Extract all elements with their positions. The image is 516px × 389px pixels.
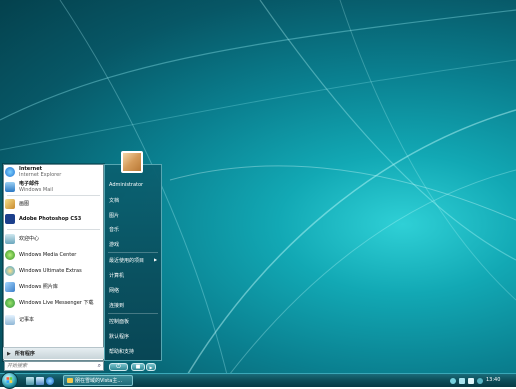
chevron-right-icon: ▶ <box>149 364 153 370</box>
all-programs-button[interactable]: ▶ 所有程序 <box>3 347 104 359</box>
paint-icon <box>5 199 15 209</box>
chevron-right-icon: ▶ <box>154 257 158 262</box>
right-item-user[interactable]: Administrator <box>109 182 143 188</box>
security-icon[interactable] <box>477 378 483 384</box>
volume-icon[interactable] <box>468 378 474 384</box>
system-tray <box>450 376 486 386</box>
menu-item-welcome-center-label: 欢迎中心 <box>19 236 40 242</box>
separator <box>108 313 158 314</box>
photoshop-icon <box>5 214 15 224</box>
internet-explorer-icon <box>5 167 15 177</box>
messenger-icon <box>5 298 15 308</box>
menu-item-photoshop-label: Adobe Photoshop CS3 <box>19 216 82 222</box>
start-button[interactable] <box>1 372 18 389</box>
right-item-recent-items[interactable]: 最近使用的项目 ▶ <box>109 257 157 264</box>
right-item-documents[interactable]: 文档 <box>109 197 119 204</box>
show-desktop-icon[interactable] <box>26 377 34 385</box>
menu-item-media-center[interactable]: Windows Media Center <box>5 248 102 262</box>
chevron-right-icon: ▶ <box>7 350 11 357</box>
right-item-network[interactable]: 网络 <box>109 287 119 294</box>
menu-item-paint-label: 画图 <box>19 201 30 207</box>
power-icon: ⏻ <box>116 363 121 370</box>
user-avatar[interactable] <box>121 151 143 173</box>
welcome-center-icon <box>5 234 15 244</box>
media-center-icon <box>5 250 15 260</box>
menu-item-photoshop[interactable]: Adobe Photoshop CS3 <box>5 212 102 226</box>
photo-gallery-icon <box>5 282 15 292</box>
right-item-connect-to[interactable]: 连接到 <box>109 302 124 309</box>
right-item-control-panel[interactable]: 控制面板 <box>109 318 129 325</box>
menu-item-notepad-label: 记事本 <box>19 317 35 323</box>
menu-item-internet[interactable]: Internet Internet Explorer <box>5 165 102 179</box>
switch-windows-icon[interactable] <box>36 377 44 385</box>
right-item-help[interactable]: 帮助和支持 <box>109 348 134 355</box>
power-options-button[interactable]: ▶ <box>146 363 156 371</box>
lock-button[interactable]: ■ <box>131 363 145 371</box>
taskbar: 朋在雪域的Vista主... 13:40 <box>0 372 516 389</box>
search-icon[interactable]: ⌕ <box>98 362 101 370</box>
menu-item-photo-gallery[interactable]: Windows 照片库 <box>5 280 102 294</box>
network-icon[interactable] <box>459 378 465 384</box>
separator <box>7 195 100 196</box>
clock[interactable]: 13:40 <box>486 377 500 383</box>
power-button[interactable]: ⏻ <box>109 363 128 371</box>
windows-logo-icon <box>6 377 13 383</box>
menu-item-mail[interactable]: 电子邮件 Windows Mail <box>5 180 102 194</box>
taskbar-window-button[interactable]: 朋在雪域的Vista主... <box>63 375 133 386</box>
windows-mail-icon <box>5 182 15 192</box>
all-programs-label: 所有程序 <box>14 351 35 357</box>
menu-item-internet-subtitle: Internet Explorer <box>19 172 62 178</box>
menu-item-messenger-label: Windows Live Messenger 下载 <box>19 300 94 306</box>
menu-item-welcome-center[interactable]: 欢迎中心 <box>5 232 102 246</box>
internet-explorer-icon[interactable] <box>46 377 54 385</box>
folder-icon <box>67 378 73 383</box>
menu-item-paint[interactable]: 画图 <box>5 197 102 211</box>
separator <box>108 252 158 253</box>
separator <box>7 229 100 230</box>
right-item-computer[interactable]: 计算机 <box>109 272 124 279</box>
start-search-input[interactable] <box>5 362 91 370</box>
menu-item-mail-subtitle: Windows Mail <box>19 187 54 193</box>
menu-item-media-center-label: Windows Media Center <box>19 252 77 258</box>
right-item-default-programs[interactable]: 默认程序 <box>109 333 129 340</box>
start-search-box[interactable]: ⌕ <box>4 361 104 371</box>
menu-item-ultimate-extras[interactable]: Windows Ultimate Extras <box>5 264 102 278</box>
menu-item-notepad[interactable]: 记事本 <box>5 313 102 327</box>
taskbar-window-label: 朋在雪域的Vista主... <box>75 378 123 384</box>
right-item-games[interactable]: 游戏 <box>109 241 119 248</box>
right-item-music[interactable]: 音乐 <box>109 226 119 233</box>
lock-icon: ■ <box>135 364 141 370</box>
notepad-icon <box>5 315 15 325</box>
menu-item-messenger[interactable]: Windows Live Messenger 下载 <box>5 296 102 310</box>
right-item-pictures[interactable]: 图片 <box>109 212 119 219</box>
menu-item-ultimate-extras-label: Windows Ultimate Extras <box>19 268 82 274</box>
tray-app-icon[interactable] <box>450 378 456 384</box>
menu-item-photo-gallery-label: Windows 照片库 <box>19 284 58 290</box>
right-item-recent-items-label: 最近使用的项目 <box>109 258 145 264</box>
ultimate-extras-icon <box>5 266 15 276</box>
